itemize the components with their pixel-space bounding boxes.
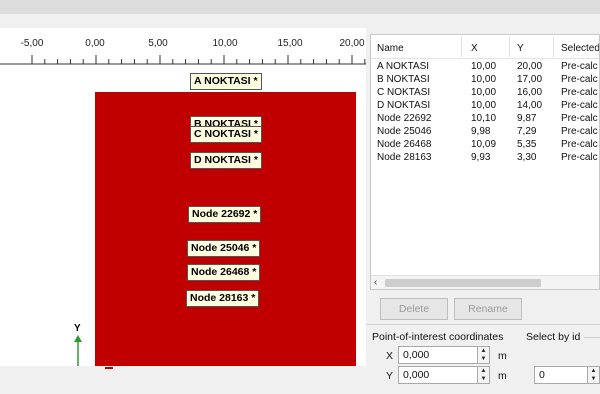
poi-x-label: X bbox=[386, 350, 394, 362]
horizontal-scrollbar[interactable]: ‹ bbox=[371, 275, 599, 289]
poi-label-node-28163[interactable]: Node 28163 * bbox=[186, 290, 260, 307]
poi-label-node-25046[interactable]: Node 25046 * bbox=[187, 240, 261, 257]
column-header-selected[interactable]: Selected bbox=[561, 43, 599, 54]
table-row[interactable]: Node 22692 10,10 9,87 Pre-calc bbox=[371, 113, 599, 125]
spin-arrows-icon[interactable]: ▲ ▼ bbox=[587, 367, 599, 383]
select-by-id-title: Select by id bbox=[526, 331, 581, 343]
spin-arrows-icon[interactable]: ▲ ▼ bbox=[477, 347, 489, 363]
poi-label-node-26468[interactable]: Node 26468 * bbox=[187, 264, 261, 281]
poi-x-input[interactable]: 0,000 ▲ ▼ bbox=[398, 346, 490, 364]
column-header-x[interactable]: X bbox=[471, 43, 478, 54]
table-row[interactable]: Node 25046 9,98 7,29 Pre-calc bbox=[371, 126, 599, 138]
spin-arrows-icon[interactable]: ▲ ▼ bbox=[477, 367, 489, 383]
table-row[interactable]: C NOKTASI 10,00 16,00 Pre-calc bbox=[371, 87, 599, 99]
y-axis-label: Y bbox=[74, 323, 81, 334]
table-row[interactable]: Node 28163 9,93 3,30 Pre-calc bbox=[371, 152, 599, 164]
poi-coordinates-title: Point-of-interest coordinates bbox=[372, 331, 504, 343]
ruler-label: 0,00 bbox=[85, 38, 105, 49]
table-row[interactable]: A NOKTASI 10,00 20,00 Pre-calc bbox=[371, 61, 599, 73]
ruler-label: 10,00 bbox=[212, 38, 238, 49]
poi-label-node-22692[interactable]: Node 22692 * bbox=[188, 206, 262, 223]
top-toolbar bbox=[0, 0, 600, 14]
table-row[interactable]: D NOKTASI 10,00 14,00 Pre-calc bbox=[371, 100, 599, 112]
drawing-canvas[interactable]: -5,00 0,00 5,00 10,00 15,00 20,00 A NOKT… bbox=[0, 28, 366, 394]
ruler-label: 15,00 bbox=[277, 38, 303, 49]
panel-divider bbox=[366, 324, 600, 325]
poi-label-c-noktasi[interactable]: C NOKTASI * bbox=[190, 126, 262, 143]
scroll-left-icon[interactable]: ‹ bbox=[374, 277, 377, 288]
delete-button[interactable]: Delete bbox=[380, 298, 448, 320]
poi-label-d-noktasi[interactable]: D NOKTASI * bbox=[190, 152, 262, 169]
points-panel: Name X Y Selected A NOKTASI 10,00 20,00 … bbox=[366, 28, 600, 394]
poi-label-a-noktasi[interactable]: A NOKTASI * bbox=[190, 73, 262, 90]
table-row[interactable]: Node 26468 10,09 5,35 Pre-calc bbox=[371, 139, 599, 151]
horizontal-ruler bbox=[0, 55, 366, 65]
ruler-label: 20,00 bbox=[339, 38, 365, 49]
x-axis-marker bbox=[105, 367, 113, 369]
ruler-label: 5,00 bbox=[148, 38, 168, 49]
scrollbar-thumb[interactable] bbox=[385, 279, 541, 287]
table-header: Name X Y Selected bbox=[371, 35, 599, 59]
poi-y-label: Y bbox=[386, 370, 394, 382]
canvas-bottom-strip bbox=[0, 366, 366, 394]
poi-x-unit: m bbox=[498, 350, 507, 362]
points-table[interactable]: Name X Y Selected A NOKTASI 10,00 20,00 … bbox=[370, 34, 600, 290]
select-by-id-input[interactable]: 0 ▲ ▼ bbox=[534, 366, 600, 384]
column-header-name[interactable]: Name bbox=[377, 43, 404, 54]
column-header-y[interactable]: Y bbox=[517, 43, 524, 54]
rename-button[interactable]: Rename bbox=[454, 298, 522, 320]
ruler-label: -5,00 bbox=[20, 38, 44, 49]
poi-y-unit: m bbox=[498, 370, 507, 382]
table-row[interactable]: B NOKTASI 10,00 17,00 Pre-calc bbox=[371, 74, 599, 86]
top-toolbar-secondary bbox=[0, 14, 600, 28]
poi-y-input[interactable]: 0,000 ▲ ▼ bbox=[398, 366, 490, 384]
